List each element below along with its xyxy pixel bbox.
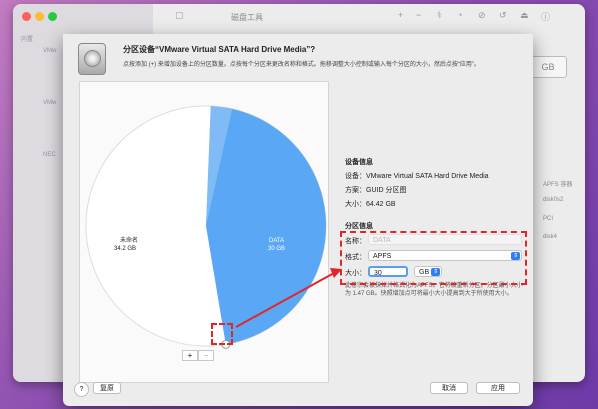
device-info-heading: 设备信息 (345, 159, 373, 166)
remove-partition-button[interactable]: − (198, 350, 214, 361)
window-title: 磁盘工具 (231, 13, 263, 22)
scheme-value: GUID 分区图 (366, 187, 407, 194)
device-value: VMware Virtual SATA Hard Drive Media (366, 173, 489, 180)
close-window-button[interactable] (22, 12, 31, 21)
partition-info-heading: 分区信息 (345, 223, 373, 230)
pie-label-unnamed-size: 34.2 GB (114, 246, 136, 252)
capacity-box: GB (529, 56, 567, 78)
device-size-label: 大小： (345, 201, 366, 208)
pie-label-unnamed-name: 未命名 (120, 236, 138, 244)
device-row: 设备：VMware Virtual SATA Hard Drive Media (345, 171, 489, 181)
pie-label-data-size: 30 GB (268, 246, 285, 252)
info-icon[interactable]: ⓘ (541, 10, 550, 23)
cancel-button[interactable]: 取消 (430, 382, 468, 394)
sidebar-item[interactable]: VMw (43, 100, 56, 106)
partition-icon[interactable]: ◔ (457, 10, 462, 20)
add-volume-icon[interactable]: + (398, 10, 403, 20)
device-size-value: 64.42 GB (366, 201, 396, 208)
partition-pie-panel: 未命名 34.2 GB DATA 30 GB (79, 81, 329, 383)
revert-button[interactable]: 复原 (93, 382, 121, 394)
mount-icon[interactable]: ⏏ (520, 10, 529, 21)
remove-volume-icon[interactable]: − (416, 10, 421, 20)
bg-label: disk0s2 (543, 197, 564, 203)
bg-label: disk4 (543, 234, 558, 240)
sidebar-section-label: 内置 (21, 37, 34, 43)
device-size-row: 大小：64.42 GB (345, 199, 396, 209)
scheme-label: 方案： (345, 187, 366, 194)
hard-drive-icon (78, 43, 106, 75)
annotation-box-fields (340, 231, 527, 285)
sidebar-toggle-icon[interactable]: ▢ (175, 10, 184, 21)
add-partition-button[interactable]: + (182, 350, 198, 361)
minimize-window-button[interactable] (35, 12, 44, 21)
scheme-row: 方案：GUID 分区图 (345, 185, 406, 195)
partition-sheet: 分区设备“VMware Virtual SATA Hard Drive Medi… (63, 34, 533, 406)
sheet-title: 分区设备“VMware Virtual SATA Hard Drive Medi… (123, 45, 316, 54)
pie-label-data-name: DATA (269, 238, 284, 244)
device-label: 设备： (345, 173, 366, 180)
bg-label: PCI (543, 216, 554, 222)
zoom-window-button[interactable] (48, 12, 57, 21)
first-aid-icon[interactable]: ⚕ (437, 10, 442, 21)
erase-icon[interactable]: ⊘ (478, 10, 486, 21)
bg-label: APFS 容器 (543, 182, 573, 188)
annotation-box-handle (211, 323, 233, 345)
apply-button[interactable]: 应用 (476, 382, 520, 394)
help-button[interactable]: ? (74, 382, 89, 397)
restore-icon[interactable]: ↺ (499, 10, 507, 21)
sidebar-item[interactable]: VMw (43, 48, 56, 54)
sheet-description: 点按添加 (+) 来增加设备上的分区数量。点按每个分区来更改名称和格式。拖移调整… (123, 62, 480, 68)
partition-pie-chart: 未命名 34.2 GB DATA 30 GB (85, 105, 327, 349)
sidebar-item[interactable]: NEC (43, 152, 56, 158)
